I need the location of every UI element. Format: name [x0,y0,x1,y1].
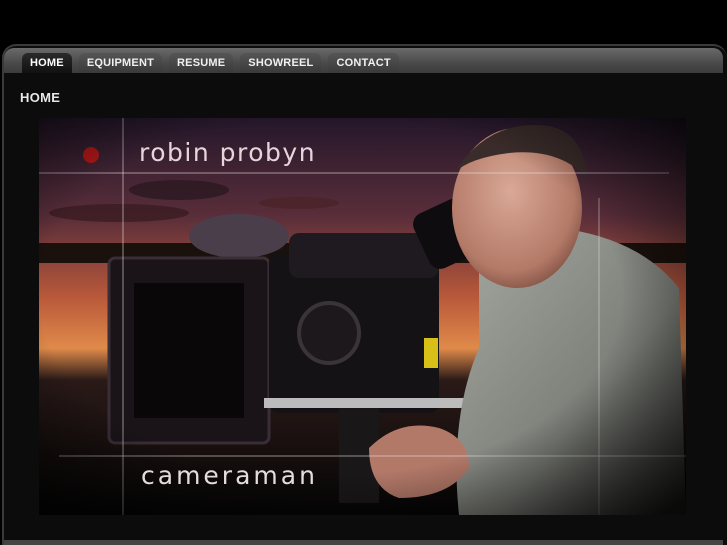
tab-home[interactable]: HOME [22,53,72,73]
tab-contact[interactable]: CONTACT [328,53,399,73]
hero-subtitle: cameraman [141,461,318,490]
tab-showreel[interactable]: SHOWREEL [240,53,322,73]
tab-equipment[interactable]: EQUIPMENT [78,53,163,73]
page: HOME EQUIPMENT RESUME SHOWREEL CONTACT H… [0,0,727,545]
hero-title: robin probyn [139,138,317,167]
tab-resume[interactable]: RESUME [169,53,234,73]
hero-photo [39,118,686,515]
hero-image: robin probyn cameraman [39,118,686,515]
main-nav: HOME EQUIPMENT RESUME SHOWREEL CONTACT [22,53,399,73]
page-title: HOME [20,90,61,105]
footer-bar [4,540,723,545]
